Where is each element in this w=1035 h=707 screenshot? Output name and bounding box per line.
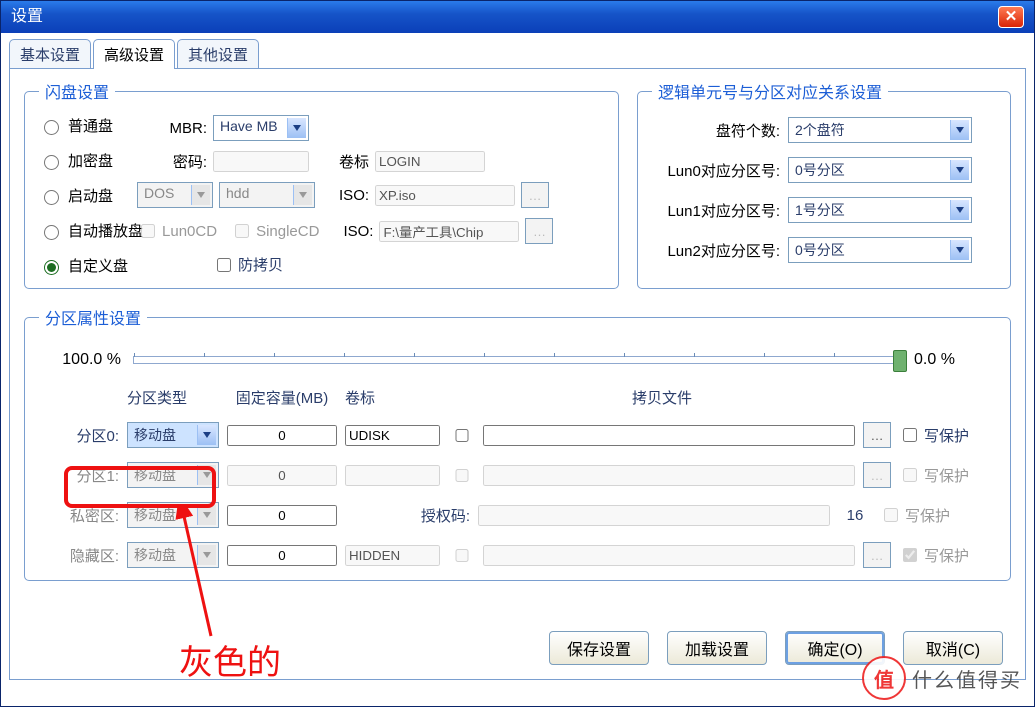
head-type: 分区类型	[127, 387, 219, 408]
hd-cap-input[interactable]	[227, 545, 337, 566]
hd-file-input	[483, 545, 855, 566]
auth-label: 授权码:	[345, 505, 470, 526]
slider-right-label: 0.0 %	[914, 351, 992, 369]
auth-input	[478, 505, 830, 526]
radio-normal[interactable]: 普通盘	[39, 115, 143, 136]
watermark: 值 什么值得买	[862, 656, 1022, 700]
legend-flash: 闪盘设置	[39, 79, 115, 103]
hd-label: 隐藏区:	[39, 545, 119, 566]
p0-type-select[interactable]: 移动盘	[127, 422, 219, 448]
partition0-row: 分区0: 移动盘 … 写保护	[39, 422, 996, 448]
slider-handle[interactable]	[893, 350, 907, 372]
lun2-select[interactable]: 0号分区	[788, 237, 972, 263]
radio-custom[interactable]: 自定义盘	[39, 255, 143, 276]
partition1-row: 分区1: 移动盘 … 写保护	[39, 462, 996, 488]
auth-limit: 16	[838, 507, 872, 524]
private-row: 私密区: 移动盘 授权码: 16 写保护	[39, 502, 996, 528]
close-button[interactable]: ✕	[998, 6, 1024, 28]
slider-left-label: 100.0 %	[43, 351, 121, 369]
tabs: 基本设置 高级设置 其他设置	[9, 39, 1026, 69]
lun2-label: Lun2对应分区号:	[652, 240, 780, 261]
hidden-row: 隐藏区: 移动盘 … 写保护	[39, 542, 996, 568]
drive-count-select[interactable]: 2个盘符	[788, 117, 972, 143]
titlebar: 设置 ✕	[1, 1, 1034, 33]
p1-cap-input	[227, 465, 337, 486]
hd-type-select: 移动盘	[127, 542, 219, 568]
disk-mode-radios: 普通盘 加密盘 启动盘 自动播放盘 自定义盘	[39, 115, 143, 276]
tab-other[interactable]: 其他设置	[177, 39, 259, 69]
lun0cd-checkbox: Lun0CD	[137, 221, 217, 241]
radio-encrypt[interactable]: 加密盘	[39, 150, 143, 171]
tab-panel: 闪盘设置 普通盘 加密盘 启动盘 自动播放盘 自定义盘 MBR:	[9, 68, 1026, 680]
pwd-input	[213, 151, 309, 172]
lun1-label: Lun1对应分区号:	[652, 200, 780, 221]
hd-wp-checkbox: 写保护	[899, 545, 981, 566]
p1-copy-checkbox	[452, 469, 472, 482]
radio-boot[interactable]: 启动盘	[39, 185, 143, 206]
p0-wp-checkbox[interactable]: 写保护	[899, 425, 981, 446]
lun1-select[interactable]: 1号分区	[788, 197, 972, 223]
settings-window: 设置 ✕ 基本设置 高级设置 其他设置 闪盘设置 普通盘 加密盘 启动盘 自动	[0, 0, 1035, 707]
hd-copy-checkbox	[452, 549, 472, 562]
iso2-browse-button: …	[525, 218, 553, 244]
body: 基本设置 高级设置 其他设置 闪盘设置 普通盘 加密盘 启动盘 自动播放盘 自定…	[1, 33, 1034, 680]
iso1-input	[375, 185, 515, 206]
window-title: 设置	[11, 1, 43, 33]
hdd-select: hdd	[219, 182, 315, 208]
drive-count-label: 盘符个数:	[652, 120, 780, 141]
save-button[interactable]: 保存设置	[549, 631, 649, 665]
annotation-text: 灰色的	[179, 635, 281, 684]
pv-wp-checkbox: 写保护	[880, 505, 962, 526]
watermark-icon: 值	[862, 656, 906, 700]
iso2-label: ISO:	[343, 223, 373, 240]
p0-browse-button[interactable]: …	[863, 422, 891, 448]
partition-slider-row: 100.0 % 0.0 %	[39, 337, 996, 373]
head-cap: 固定容量(MB)	[227, 387, 337, 408]
lun0-label: Lun0对应分区号:	[652, 160, 780, 181]
tab-advanced[interactable]: 高级设置	[93, 39, 175, 69]
p0-label: 分区0:	[39, 425, 119, 446]
singlecd-checkbox: SingleCD	[231, 221, 319, 241]
radio-autoplay[interactable]: 自动播放盘	[39, 220, 143, 241]
fieldset-flash: 闪盘设置 普通盘 加密盘 启动盘 自动播放盘 自定义盘 MBR:	[24, 79, 619, 289]
lun0-select[interactable]: 0号分区	[788, 157, 972, 183]
dos-select: DOS	[137, 182, 213, 208]
mbr-label: MBR:	[151, 120, 207, 137]
pwd-label: 密码:	[151, 151, 207, 172]
vol-label: 卷标	[339, 151, 369, 172]
partition-header-row: 分区类型 固定容量(MB) 卷标 拷贝文件	[39, 387, 996, 408]
pv-cap-input[interactable]	[227, 505, 337, 526]
head-vol: 卷标	[345, 387, 440, 408]
watermark-text: 什么值得买	[912, 664, 1022, 693]
p1-browse-button: …	[863, 462, 891, 488]
p1-label: 分区1:	[39, 465, 119, 486]
p1-file-input	[483, 465, 855, 486]
p0-file-input[interactable]	[483, 425, 855, 446]
p1-type-select: 移动盘	[127, 462, 219, 488]
hd-vol-input	[345, 545, 440, 566]
legend-lun: 逻辑单元号与分区对应关系设置	[652, 79, 888, 103]
p0-copy-checkbox[interactable]	[452, 429, 472, 442]
pv-type-select: 移动盘	[127, 502, 219, 528]
iso1-browse-button: …	[521, 182, 549, 208]
mbr-select[interactable]: Have MB	[213, 115, 309, 141]
load-button[interactable]: 加载设置	[667, 631, 767, 665]
anticopy-checkbox[interactable]: 防拷贝	[213, 254, 283, 275]
p1-vol-input	[345, 465, 440, 486]
partition-slider[interactable]	[133, 356, 902, 364]
vol-input	[375, 151, 485, 172]
tab-basic[interactable]: 基本设置	[9, 39, 91, 69]
iso1-label: ISO:	[339, 187, 369, 204]
hd-browse-button: …	[863, 542, 891, 568]
pv-label: 私密区:	[39, 505, 119, 526]
fieldset-lun: 逻辑单元号与分区对应关系设置 盘符个数: 2个盘符 Lun0对应分区号: 0号分…	[637, 79, 1011, 289]
fieldset-partitions: 分区属性设置 100.0 % 0.0 % 分区类型 固定容量(MB) 卷标 拷贝…	[24, 305, 1011, 581]
p1-wp-checkbox: 写保护	[899, 465, 981, 486]
legend-partitions: 分区属性设置	[39, 305, 147, 329]
p0-vol-input[interactable]	[345, 425, 440, 446]
iso2-input	[379, 221, 519, 242]
head-file: 拷贝文件	[476, 387, 848, 408]
p0-cap-input[interactable]	[227, 425, 337, 446]
